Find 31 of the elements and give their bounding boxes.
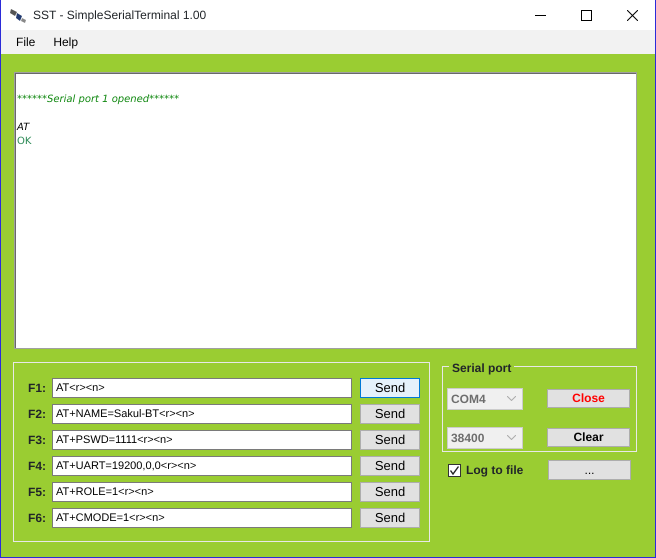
macro-field[interactable]: AT<r><n> [52, 378, 352, 398]
close-icon [626, 10, 638, 20]
macro-label: F5: [28, 484, 47, 501]
macro-field[interactable]: AT+UART=19200,0,0<r><n> [52, 456, 352, 476]
window-title: SST - SimpleSerialTerminal 1.00 [33, 7, 206, 24]
send-button[interactable]: Send [360, 404, 420, 424]
send-button[interactable]: Send [360, 508, 420, 528]
macro-label: F4: [28, 458, 47, 475]
macro-field[interactable]: AT+PSWD=1111<r><n> [52, 430, 352, 450]
app-icon [9, 7, 27, 23]
menu-item[interactable]: File [7, 31, 44, 53]
macro-field[interactable]: AT+ROLE=1<r><n> [52, 482, 352, 502]
terminal-line: OK [17, 135, 32, 149]
menu-item[interactable]: Help [44, 31, 88, 53]
macro-field[interactable]: AT+CMODE=1<r><n> [52, 508, 352, 528]
send-button[interactable]: Send [360, 378, 420, 398]
checkbox-label: Log to file [466, 462, 524, 479]
terminal-line: ******Serial port 1 opened****** [17, 93, 180, 107]
macro-label: F3: [28, 432, 47, 449]
macro-label: F1: [28, 380, 47, 397]
macro-label: F2: [28, 406, 47, 423]
browse-button[interactable]: ... [548, 460, 631, 480]
send-button[interactable]: Send [360, 456, 420, 476]
clear-button[interactable]: Clear [547, 428, 630, 447]
log-checkbox[interactable] [448, 464, 461, 476]
macro-label: F6: [28, 510, 47, 527]
send-button[interactable]: Send [360, 482, 420, 502]
terminal-line: AT [17, 121, 31, 135]
maximize-icon [580, 10, 592, 20]
macro-field[interactable]: AT+NAME=Sakul-BT<r><n> [52, 404, 352, 424]
send-button[interactable]: Send [360, 430, 420, 450]
